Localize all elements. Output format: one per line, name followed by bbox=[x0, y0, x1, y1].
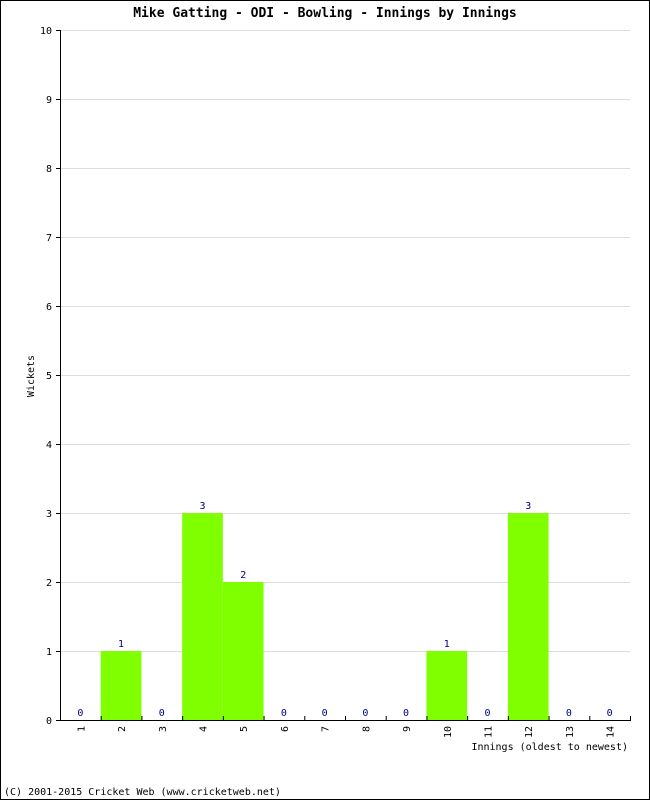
x-tick-label: 10 bbox=[443, 726, 454, 738]
bar bbox=[182, 513, 223, 720]
y-tick-label: 7 bbox=[46, 233, 52, 244]
x-tick-label: 3 bbox=[158, 726, 169, 732]
y-tick-label: 5 bbox=[46, 371, 52, 382]
y-tick-labels: 0 1 2 3 4 5 6 7 8 9 10 bbox=[40, 26, 52, 727]
data-label: 2 bbox=[240, 570, 246, 581]
data-label: 0 bbox=[403, 708, 409, 719]
data-label: 3 bbox=[525, 501, 531, 512]
x-tick-label: 8 bbox=[361, 726, 372, 732]
y-tick-label: 8 bbox=[46, 164, 52, 175]
y-tick-label: 4 bbox=[46, 440, 52, 451]
y-tick-label: 0 bbox=[46, 716, 52, 727]
y-tick-label: 3 bbox=[46, 509, 52, 520]
y-tick-label: 10 bbox=[40, 26, 52, 37]
x-tick-label: 2 bbox=[117, 726, 128, 732]
x-tick-label: 13 bbox=[565, 726, 576, 738]
data-label: 0 bbox=[607, 708, 613, 719]
data-label: 0 bbox=[362, 708, 368, 719]
x-tick-labels: 1 2 3 4 5 6 7 8 9 10 11 12 13 14 bbox=[76, 726, 616, 738]
data-label: 0 bbox=[159, 708, 165, 719]
x-tick-label: 11 bbox=[484, 726, 495, 738]
data-label: 0 bbox=[281, 708, 287, 719]
data-label: 1 bbox=[444, 639, 450, 650]
y-tick-label: 1 bbox=[46, 647, 52, 658]
data-label: 0 bbox=[77, 708, 83, 719]
x-tick-label: 6 bbox=[280, 726, 291, 732]
x-tick-label: 9 bbox=[402, 726, 413, 732]
bar bbox=[222, 582, 264, 720]
y-axis-label: Wickets bbox=[26, 355, 37, 397]
x-tick-label: 4 bbox=[199, 726, 210, 732]
bar bbox=[507, 513, 549, 720]
x-axis-label: Innings (oldest to newest) bbox=[471, 742, 628, 753]
x-tick-label: 7 bbox=[321, 726, 332, 732]
chart: Mike Gatting - ODI - Bowling - Innings b… bbox=[4, 6, 631, 798]
copyright-footer: (C) 2001-2015 Cricket Web (www.cricketwe… bbox=[4, 787, 281, 798]
x-tick-label: 5 bbox=[239, 726, 250, 732]
data-label: 0 bbox=[322, 708, 328, 719]
data-label: 0 bbox=[566, 708, 572, 719]
bar bbox=[100, 651, 142, 720]
x-tick-label: 1 bbox=[76, 726, 87, 732]
data-label: 0 bbox=[484, 708, 490, 719]
data-label: 3 bbox=[199, 501, 205, 512]
bars bbox=[100, 513, 549, 720]
y-tick-label: 2 bbox=[46, 578, 52, 589]
data-label: 1 bbox=[118, 639, 124, 650]
x-tick-label: 14 bbox=[606, 726, 617, 738]
y-tick-label: 9 bbox=[46, 95, 52, 106]
bar bbox=[426, 651, 468, 720]
chart-title: Mike Gatting - ODI - Bowling - Innings b… bbox=[133, 6, 517, 21]
x-tick-label: 12 bbox=[524, 726, 535, 738]
y-tick-label: 6 bbox=[46, 302, 52, 313]
